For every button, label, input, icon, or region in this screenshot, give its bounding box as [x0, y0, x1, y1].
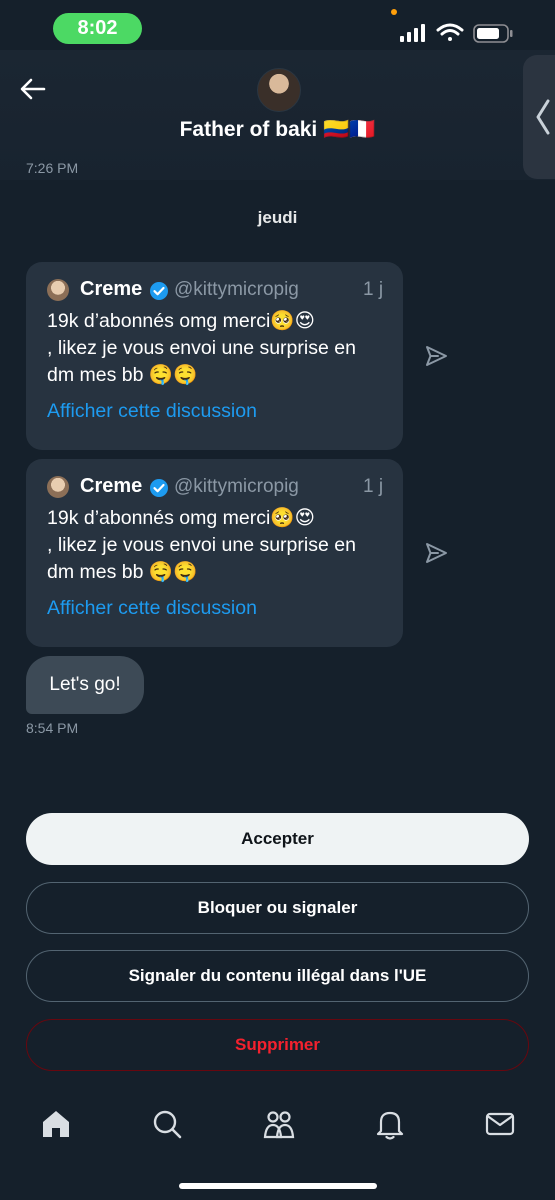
block-report-button[interactable]: Bloquer ou signaler — [26, 882, 529, 934]
status-icons — [400, 23, 513, 43]
contact-avatar[interactable] — [257, 68, 301, 112]
tweet-text-line: , likez je vous envoi une surprise en — [47, 534, 356, 556]
message-timestamp: 7:26 PM — [26, 160, 79, 176]
contact-name[interactable]: Father of baki 🇨🇴🇫🇷 — [0, 118, 555, 142]
side-panel-handle[interactable] — [523, 55, 555, 179]
tweet-author-handle[interactable]: @kittymicropig — [174, 476, 299, 498]
signal-icon — [400, 24, 425, 42]
delete-button[interactable]: Supprimer — [26, 1019, 529, 1071]
tweet-text-line: dm mes bb 🤤🤤 — [47, 561, 198, 583]
chevron-left-icon — [536, 99, 550, 135]
home-icon[interactable] — [39, 1107, 73, 1141]
share-send-icon[interactable] — [423, 343, 449, 369]
verified-badge-icon — [150, 282, 168, 300]
message-timestamp: 8:54 PM — [26, 720, 79, 736]
show-thread-link[interactable]: Afficher cette discussion — [47, 400, 257, 423]
messages-icon[interactable] — [483, 1107, 517, 1141]
tweet-text-line: , likez je vous envoi une surprise en — [47, 337, 356, 359]
tweet-text-line: dm mes bb 🤤🤤 — [47, 364, 198, 386]
tweet-author-name[interactable]: Creme — [80, 475, 142, 498]
communities-icon[interactable] — [262, 1107, 296, 1141]
share-send-icon[interactable] — [423, 540, 449, 566]
verified-badge-icon — [150, 479, 168, 497]
notifications-icon[interactable] — [373, 1107, 407, 1141]
tweet-age: 1 j — [363, 279, 384, 300]
privacy-indicator — [391, 9, 397, 15]
day-separator: jeudi — [257, 208, 298, 227]
status-time: 8:02 — [53, 13, 142, 44]
tweet-author-avatar[interactable] — [47, 476, 69, 498]
battery-icon — [473, 24, 513, 43]
search-icon[interactable] — [150, 1107, 184, 1141]
report-illegal-content-button[interactable]: Signaler du contenu illégal dans l'UE — [26, 950, 529, 1002]
show-thread-link[interactable]: Afficher cette discussion — [47, 597, 257, 620]
arrow-left-icon[interactable] — [18, 74, 48, 104]
home-indicator[interactable] — [179, 1183, 377, 1189]
shared-tweet-card[interactable]: Creme @kittymicropig 1 j 19k d’abonnés o… — [26, 459, 403, 647]
tweet-author-name[interactable]: Creme — [80, 278, 142, 301]
tweet-text-line: 19k d’abonnés omg merci🥺😍 — [47, 507, 315, 529]
tweet-text: 19k d’abonnés omg merci🥺😍 , likez je vou… — [47, 308, 387, 389]
tweet-text: 19k d’abonnés omg merci🥺😍 , likez je vou… — [47, 505, 387, 586]
message-bubble[interactable]: Let's go! — [26, 656, 144, 714]
tweet-author-avatar[interactable] — [47, 279, 69, 301]
tweet-text-line: 19k d’abonnés omg merci🥺😍 — [47, 310, 315, 332]
tweet-author-handle[interactable]: @kittymicropig — [174, 279, 299, 301]
wifi-icon — [436, 23, 464, 41]
shared-tweet-card[interactable]: Creme @kittymicropig 1 j 19k d’abonnés o… — [26, 262, 403, 450]
accept-button[interactable]: Accepter — [26, 813, 529, 865]
tweet-age: 1 j — [363, 476, 384, 497]
